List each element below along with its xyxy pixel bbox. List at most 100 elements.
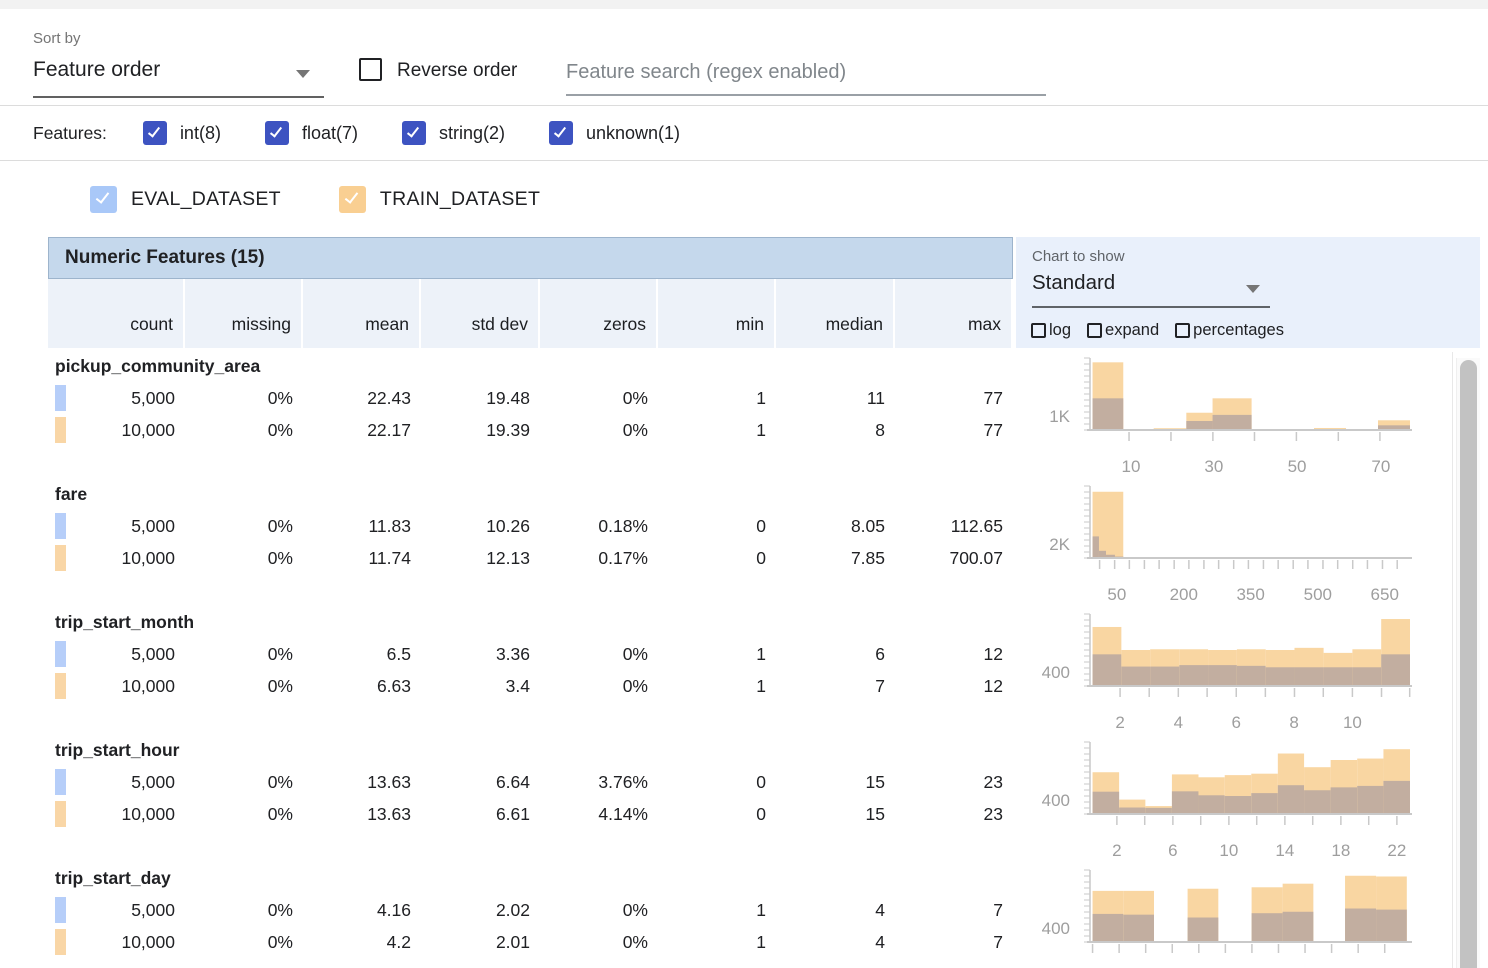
stat-row: 10,0000%4.22.010%147 — [48, 926, 1013, 958]
stat-value: 4.14% — [540, 804, 658, 825]
svg-text:4: 4 — [1174, 713, 1183, 732]
feature-name: trip_start_day — [55, 868, 171, 889]
stat-value: 2.02 — [421, 900, 540, 921]
stat-row: 5,0000%4.162.020%147 — [48, 894, 1013, 926]
col-missing: missing — [185, 279, 303, 348]
feature-type-string[interactable]: string(2) — [402, 121, 505, 145]
histogram-fare: 2K50200350500650 — [1030, 480, 1452, 608]
chart-type-dropdown[interactable]: Standard — [1032, 271, 1115, 295]
train-dataset-label: TRAIN_DATASET — [380, 188, 540, 211]
sort-by-dropdown[interactable]: Feature order — [33, 58, 160, 82]
chart-toggle-group: log expand percentages — [1031, 321, 1300, 340]
stat-row: 10,0000%6.633.40%1712 — [48, 670, 1013, 702]
svg-text:650: 650 — [1371, 585, 1399, 604]
table-right-border — [1452, 352, 1453, 968]
feature-block: trip_start_hour5,0000%13.636.643.76%0152… — [0, 736, 1488, 864]
feature-name: pickup_community_area — [55, 356, 260, 377]
feature-search-input[interactable] — [566, 55, 1044, 89]
int-checkbox[interactable] — [143, 121, 167, 145]
unknown-checkbox[interactable] — [549, 121, 573, 145]
scrollbar-thumb[interactable] — [1460, 360, 1477, 968]
svg-text:22: 22 — [1387, 841, 1406, 860]
stat-value: 19.39 — [421, 420, 540, 441]
svg-text:400: 400 — [1042, 663, 1070, 682]
reverse-order-checkbox[interactable] — [359, 58, 382, 81]
train-dataset-swatch — [55, 673, 66, 699]
stat-value: 0% — [185, 676, 303, 697]
eval-dataset-checkbox[interactable] — [90, 186, 117, 213]
stat-value: 0% — [540, 420, 658, 441]
log-checkbox[interactable] — [1031, 323, 1046, 338]
chart-to-show-label: Chart to show — [1032, 248, 1125, 265]
stat-value: 0% — [540, 932, 658, 953]
train-dataset-checkbox[interactable] — [339, 186, 366, 213]
col-stddev: std dev — [421, 279, 540, 348]
col-min: min — [658, 279, 776, 348]
expand-toggle[interactable]: expand — [1087, 321, 1159, 340]
stat-value: 10.26 — [421, 516, 540, 537]
chart-to-show-panel: Chart to show Standard log expand percen… — [1016, 237, 1480, 348]
stat-value: 4 — [776, 900, 895, 921]
percentages-checkbox[interactable] — [1175, 323, 1190, 338]
col-max: max — [895, 279, 1013, 348]
log-label: log — [1049, 321, 1071, 340]
stat-value: 15 — [776, 772, 895, 793]
expand-checkbox[interactable] — [1087, 323, 1102, 338]
col-mean: mean — [303, 279, 421, 348]
svg-text:2K: 2K — [1049, 535, 1070, 554]
feature-type-int[interactable]: int(8) — [143, 121, 221, 145]
stat-value: 12 — [895, 676, 1013, 697]
svg-text:6: 6 — [1168, 841, 1177, 860]
stat-row: 5,0000%22.4319.480%11177 — [48, 382, 1013, 414]
svg-text:50: 50 — [1288, 457, 1307, 476]
col-zeros: zeros — [540, 279, 658, 348]
chevron-down-icon[interactable] — [296, 70, 310, 78]
chevron-down-icon[interactable] — [1246, 285, 1260, 293]
stat-value: 7.85 — [776, 548, 895, 569]
eval-dataset-swatch — [55, 385, 66, 411]
stat-value: 11.83 — [303, 516, 421, 537]
stat-value: 0 — [658, 516, 776, 537]
stat-row: 5,0000%6.53.360%1612 — [48, 638, 1013, 670]
stat-row: 5,0000%13.636.643.76%01523 — [48, 766, 1013, 798]
stat-value: 0 — [658, 548, 776, 569]
float-checkbox[interactable] — [265, 121, 289, 145]
stat-value: 0% — [540, 388, 658, 409]
eval-dataset-label: EVAL_DATASET — [131, 188, 281, 211]
percentages-toggle[interactable]: percentages — [1175, 321, 1284, 340]
svg-text:500: 500 — [1304, 585, 1332, 604]
stat-value: 12.13 — [421, 548, 540, 569]
stat-value: 4.16 — [303, 900, 421, 921]
stat-value: 700.07 — [895, 548, 1013, 569]
histogram-pickup_community_area: 1K10305070 — [1030, 352, 1452, 480]
train-dataset-toggle[interactable]: TRAIN_DATASET — [339, 186, 540, 213]
stat-value: 1 — [658, 932, 776, 953]
feature-type-float[interactable]: float(7) — [265, 121, 358, 145]
eval-dataset-toggle[interactable]: EVAL_DATASET — [90, 186, 281, 213]
stat-value: 11.74 — [303, 548, 421, 569]
stat-value: 2.01 — [421, 932, 540, 953]
string-checkbox[interactable] — [402, 121, 426, 145]
stat-row: 10,0000%13.636.614.14%01523 — [48, 798, 1013, 830]
stat-value: 11 — [776, 388, 895, 409]
checkmark-icon — [96, 189, 110, 204]
stat-value: 3.4 — [421, 676, 540, 697]
stat-value: 1 — [658, 900, 776, 921]
stat-value: 0 — [658, 804, 776, 825]
stat-value: 1 — [658, 420, 776, 441]
eval-dataset-swatch — [55, 641, 66, 667]
svg-text:8: 8 — [1289, 713, 1298, 732]
histogram-trip_start_month: 400246810 — [1030, 608, 1452, 736]
eval-dataset-swatch — [55, 897, 66, 923]
float-label: float(7) — [302, 123, 358, 144]
stat-value: 23 — [895, 772, 1013, 793]
log-toggle[interactable]: log — [1031, 321, 1071, 340]
scrollbar-track[interactable] — [1456, 358, 1480, 968]
stats-column-header: count missing mean std dev zeros min med… — [48, 279, 1013, 348]
percentages-label: percentages — [1193, 321, 1284, 340]
numeric-features-title: Numeric Features (15) — [65, 247, 265, 269]
stat-value: 0% — [185, 388, 303, 409]
svg-text:2: 2 — [1115, 713, 1124, 732]
feature-type-unknown[interactable]: unknown(1) — [549, 121, 680, 145]
checkmark-icon — [407, 124, 419, 137]
